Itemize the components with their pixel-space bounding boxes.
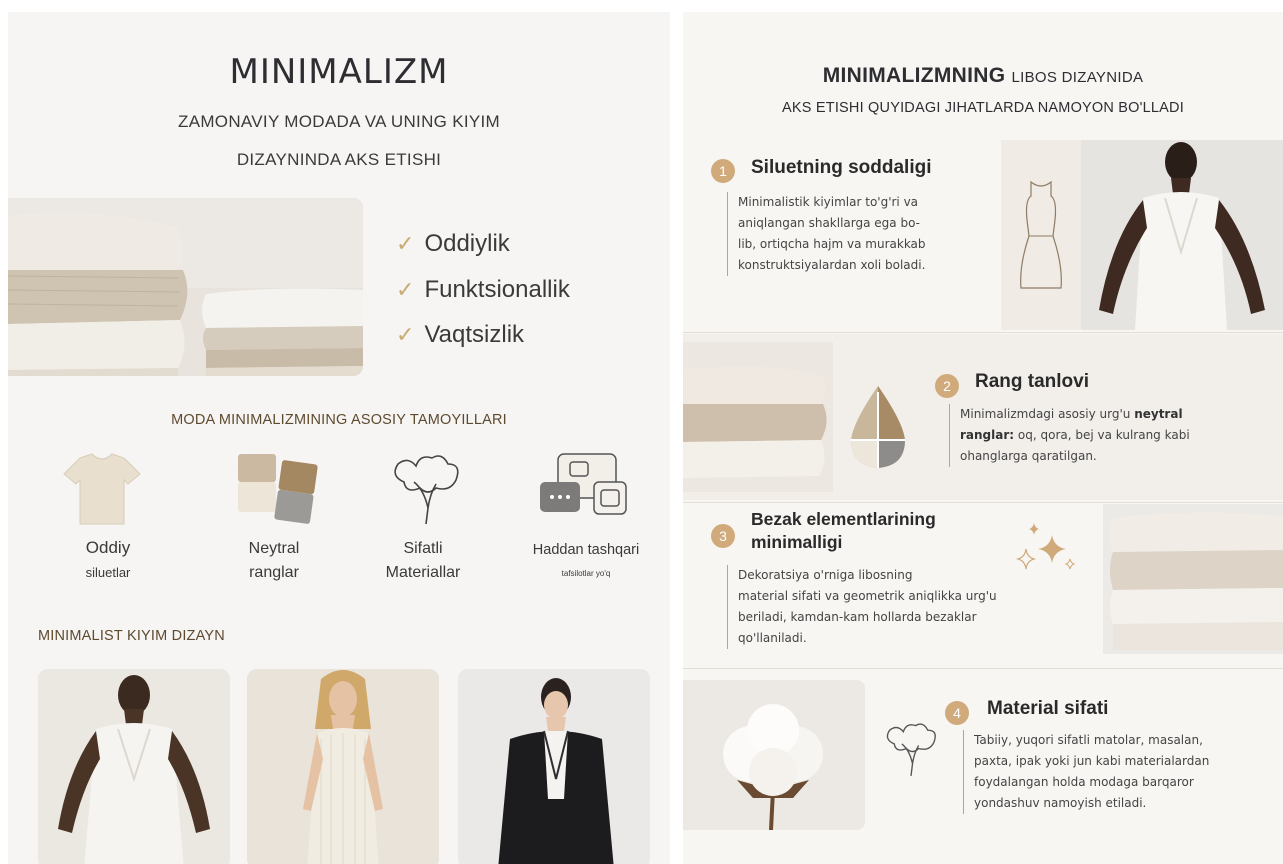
sparkle-icon [1008,517,1088,587]
designs-heading: MINIMALIST KIYIM DIZAYN [38,628,225,644]
feature-2-line: ranglar: oq, qora, bej va kulrang kabi [960,425,1279,446]
feature-2-bold: neytral [1134,407,1183,421]
principles-heading: MODA MINIMALIZMINING ASOSIY TAMOYILLARI [171,412,507,428]
folded-fabrics-photo [683,342,833,492]
feature-2-line: ohanglarga qaratilgan. [960,449,1097,463]
check-icon: ✓ [396,322,415,347]
divider [683,502,1283,503]
check-item-label: Vaqtsizlik [424,321,525,348]
subtitle-line-2: DIZAYNINDA AKS ETISHI [236,150,442,169]
principle-label-4: Haddan tashqari [532,542,640,558]
check-item-label: Funktsionallik [424,276,570,303]
model-photo-white-vest-large [1081,140,1283,330]
left-infographic-panel: MINIMALIZM ZAMONAVIY MODADA VA UNING KIY… [8,12,670,864]
feature-number-badge: 4 [945,701,969,725]
feature-heading-2: Rang tanlovi [975,371,1090,392]
cotton-flower-icon [384,452,468,528]
feature-2-text: oq, qora, bej va kulrang kabi [1014,428,1190,442]
feature-text-1: Minimalistik kiyimlar to'g'ri va aniqlan… [727,192,987,276]
tshirt-icon [60,452,144,528]
detail-blocks-icon [538,452,627,528]
feature-4-line: foydalangan holda modaga barqaror [974,775,1194,789]
feature-number-badge: 2 [935,374,959,398]
feature-heading-4: Material sifati [987,698,1109,719]
feature-heading-3b: minimalligi [751,532,843,552]
feature-2-line: Minimalizmdagi asosiy urg'u neytral [960,404,1279,425]
principle-sublabel-3: Materiallar [385,564,461,581]
feature-3-line: qo'llaniladi. [738,631,807,645]
feature-heading-1: Siluetning soddaligi [751,157,932,178]
principle-sublabel-2: ranglar [249,564,299,581]
feature-1-line: lib, ortiqcha hajm va murakkab [738,237,926,251]
check-icon: ✓ [396,231,415,256]
feature-heading-3a: Bezak elementlarining [751,509,936,529]
feature-1-line: aniqlangan shakllarga ega bo- [738,216,920,230]
page-title: MINIMALIZM [229,52,449,92]
right-title-bold: MINIMALIZMNING [822,64,1006,87]
cotton-boll-photo [683,680,865,830]
feature-number-badge: 1 [711,159,735,183]
principle-sublabel-4: tafsilotlar yo'q [561,569,611,578]
feature-3-line: beriladi, kamdan-kam hollarda bezaklar [738,610,977,624]
feature-text-2: Minimalizmdagi asosiy urg'u neytral rang… [949,404,1279,467]
check-item-simplicity: ✓ Oddiylik [396,230,510,258]
cotton-flower-icon [879,720,943,780]
principle-label-2: Neytral [248,540,300,557]
folded-fabrics-photo [1103,504,1283,654]
right-subtitle: AKS ETISHI QUYIDAGI JIHATLARDA NAMOYON B… [782,100,1184,116]
feature-4-line: Tabiiy, yuqori sifatli matolar, masalan, [974,733,1203,747]
model-photo-white-vest [38,669,230,864]
divider [683,332,1283,333]
check-icon: ✓ [396,277,415,302]
feature-1-line: konstruktsiyalardan xoli boladi. [738,258,926,272]
right-title-rest: LIBOS DIZAYNIDA [1011,69,1144,86]
principle-sublabel-1: siluetlar [85,565,131,580]
feature-2-text: Minimalizmdagi asosiy urg'u [960,407,1135,421]
color-swatches-icon [236,452,320,528]
feature-2-bold: ranglar: [960,428,1015,442]
feature-text-4: Tabiiy, yuqori sifatli matolar, masalan,… [963,730,1281,814]
check-item-label: Oddiylik [424,230,510,257]
feature-3-line: material sifati va geometrik aniqlikka u… [738,589,997,603]
feature-number-badge: 3 [711,524,735,548]
divider [683,668,1283,669]
feature-4-line: yondashuv namoyish etiladi. [974,796,1147,810]
feature-4-line: paxta, ipak yoki jun kabi materialardan [974,754,1210,768]
folded-fabrics-photo [8,198,363,376]
right-infographic-panel: MINIMALIZMNING LIBOS DIZAYNIDA AKS ETISH… [683,12,1283,864]
color-drop-icon [843,382,913,472]
model-photo-black-blazer [458,669,650,864]
principle-label-1: Oddiy [85,538,131,557]
right-title: MINIMALIZMNING LIBOS DIZAYNIDA [683,64,1283,88]
dress-sketch-card [1001,140,1081,330]
feature-1-line: Minimalistik kiyimlar to'g'ri va [738,195,919,209]
subtitle-line-1: ZAMONAVIY MODADA VA UNING KIYIM [178,112,500,131]
check-item-functionality: ✓ Funktsionallik [396,276,570,304]
principle-label-3: Sifatli [403,540,443,557]
check-item-timelessness: ✓ Vaqtsizlik [396,321,524,349]
model-photo-knit-dress [247,669,439,864]
